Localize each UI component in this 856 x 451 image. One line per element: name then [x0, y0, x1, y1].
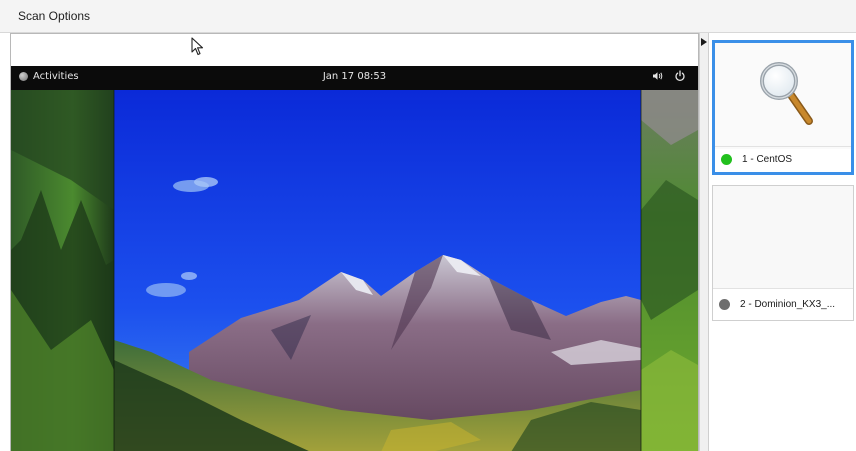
- target-label-row: 1 - CentOS: [715, 146, 851, 172]
- status-offline-dot: [719, 299, 730, 310]
- volume-icon[interactable]: [652, 70, 664, 82]
- system-tray: [652, 70, 686, 82]
- desktop-wallpaper: [11, 90, 698, 451]
- panel-collapse-handle[interactable]: [699, 33, 709, 451]
- viewer-toolbar-strip: [11, 34, 698, 66]
- target-name: 1 - CentOS: [742, 154, 793, 165]
- status-online-dot: [721, 154, 732, 165]
- menubar: Scan Options: [0, 0, 856, 33]
- remote-viewer: Activities Jan 17 08:53: [10, 33, 699, 451]
- target-name: 2 - Dominion_KX3_...: [740, 299, 836, 310]
- scan-options-menu[interactable]: Scan Options: [10, 6, 98, 26]
- target-thumbnail: [715, 43, 851, 149]
- power-icon[interactable]: [674, 70, 686, 82]
- gnome-top-bar: Activities Jan 17 08:53: [11, 66, 698, 90]
- target-card-dominion[interactable]: 2 - Dominion_KX3_...: [712, 185, 854, 321]
- target-thumbnail: [713, 186, 853, 288]
- target-label-row: 2 - Dominion_KX3_...: [713, 288, 853, 320]
- clock-label[interactable]: Jan 17 08:53: [11, 71, 698, 82]
- target-thumbnail-panel: 1 - CentOS 2 - Dominion_KX3_...: [709, 33, 856, 451]
- magnifier-icon: [760, 62, 813, 125]
- target-card-centos[interactable]: 1 - CentOS: [712, 40, 854, 175]
- mouse-cursor-icon: [191, 37, 204, 56]
- collapse-arrow-icon: [701, 38, 707, 46]
- remote-desktop-screen[interactable]: Activities Jan 17 08:53: [11, 66, 698, 451]
